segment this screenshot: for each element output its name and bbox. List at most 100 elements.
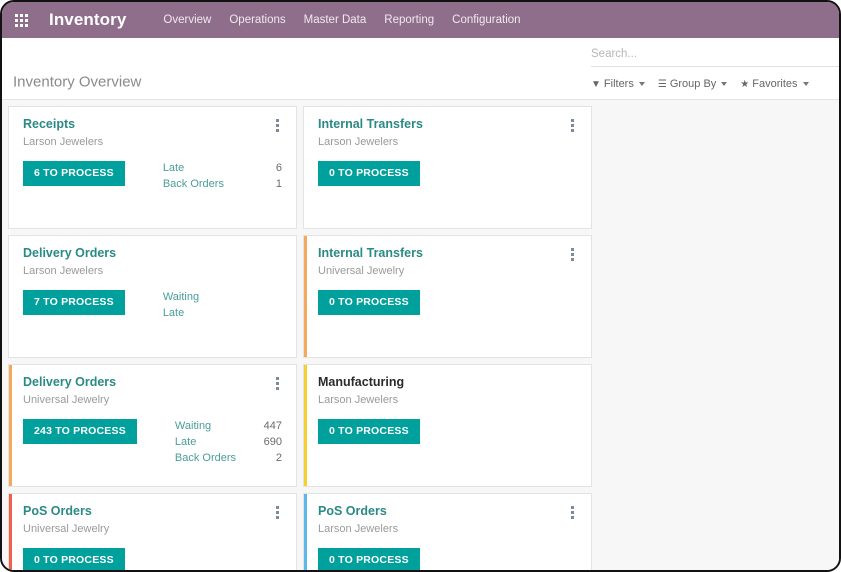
card-stat-label: Back Orders (162, 178, 224, 191)
card-title[interactable]: Delivery Orders (23, 375, 116, 391)
card-header: Delivery Orders Larson Jewelers (23, 246, 282, 278)
kebab-menu-icon[interactable] (568, 246, 577, 263)
card-stat-row[interactable]: Late (163, 306, 282, 322)
card-stat-row[interactable]: Waiting (163, 290, 282, 306)
card-body: 7 TO PROCESS Waiting Late (23, 290, 282, 322)
card-header: Delivery Orders Universal Jewelry (23, 375, 282, 407)
to-process-button[interactable]: 7 TO PROCESS (23, 290, 125, 315)
card-header: Internal Transfers Universal Jewelry (318, 246, 577, 278)
kanban-card[interactable]: Receipts Larson Jewelers 6 TO PROCESS Late 6… (8, 106, 297, 229)
filters-button-label: Filters (603, 78, 634, 90)
card-body: 0 TO PROCESS (23, 548, 282, 570)
to-process-button[interactable]: 0 TO PROCESS (318, 419, 420, 444)
card-stat-value: 1 (275, 178, 282, 191)
kebab-menu-icon[interactable] (568, 504, 577, 521)
card-title[interactable]: PoS Orders (318, 504, 398, 520)
card-stat-row[interactable]: Back Orders 2 (175, 451, 282, 467)
nav-item-configuration[interactable]: Configuration (443, 10, 529, 30)
card-stats-table: Waiting Late (163, 290, 282, 322)
card-title-block: PoS Orders Larson Jewelers (318, 504, 398, 536)
card-stat-value: 690 (263, 436, 282, 449)
card-subtitle: Larson Jewelers (318, 135, 399, 148)
kanban-card[interactable]: PoS Orders Universal Jewelry 0 TO PROCESS (8, 493, 297, 570)
filters-button[interactable]: ▼ Filters (591, 78, 645, 90)
card-stat-value: 447 (263, 420, 282, 433)
card-title[interactable]: Delivery Orders (23, 246, 116, 262)
to-process-button[interactable]: 6 TO PROCESS (23, 161, 125, 186)
card-subtitle: Universal Jewelry (318, 264, 405, 277)
top-navbar: Inventory Overview Operations Master Dat… (2, 2, 839, 38)
app-brand-title[interactable]: Inventory (49, 10, 126, 30)
card-title[interactable]: PoS Orders (23, 504, 109, 520)
card-stat-label: Late (174, 436, 197, 449)
card-stat-value: 2 (275, 452, 282, 465)
card-title-block: Manufacturing Larson Jewelers (318, 375, 404, 407)
kanban-card[interactable]: Delivery Orders Universal Jewelry 243 TO P… (8, 364, 297, 487)
search-filter-buttons: ▼ Filters ☰ Group By ★ Favorites (591, 78, 839, 90)
card-stat-label: Late (162, 307, 185, 320)
kanban-card[interactable]: Manufacturing Larson Jewelers 0 TO PROCESS (303, 364, 592, 487)
card-header: PoS Orders Universal Jewelry (23, 504, 282, 536)
nav-item-reporting[interactable]: Reporting (375, 10, 443, 30)
card-title-block: Delivery Orders Universal Jewelry (23, 375, 116, 407)
card-stat-row[interactable]: Late 690 (175, 435, 282, 451)
card-body: 6 TO PROCESS Late 6 Back Orders 1 (23, 161, 282, 193)
card-stat-row[interactable]: Late 6 (163, 161, 282, 177)
card-title[interactable]: Internal Transfers (318, 117, 423, 133)
main-nav-menu: Overview Operations Master Data Reportin… (154, 10, 529, 30)
card-stat-label: Late (162, 162, 185, 175)
card-body: 0 TO PROCESS (318, 161, 577, 186)
card-title-block: Receipts Larson Jewelers (23, 117, 103, 149)
nav-item-overview[interactable]: Overview (154, 10, 220, 30)
card-title[interactable]: Receipts (23, 117, 103, 133)
search-input[interactable] (591, 46, 839, 67)
kanban-card[interactable]: Internal Transfers Larson Jewelers 0 TO PR… (303, 106, 592, 229)
card-stats-table: Late 6 Back Orders 1 (163, 161, 282, 193)
kanban-view: Receipts Larson Jewelers 6 TO PROCESS Late 6… (2, 100, 839, 570)
kebab-menu-icon[interactable] (273, 117, 282, 134)
card-title-block: Internal Transfers Larson Jewelers (318, 117, 423, 149)
page-title: Inventory Overview (13, 73, 142, 91)
card-stat-value: 6 (275, 162, 282, 175)
card-header: Receipts Larson Jewelers (23, 117, 282, 149)
card-subtitle: Larson Jewelers (318, 393, 399, 406)
card-header: Internal Transfers Larson Jewelers (318, 117, 577, 149)
card-body: 0 TO PROCESS (318, 290, 577, 315)
filter-icon: ▼ (591, 78, 601, 90)
card-title[interactable]: Internal Transfers (318, 246, 423, 262)
to-process-button[interactable]: 0 TO PROCESS (318, 290, 420, 315)
kebab-menu-icon[interactable] (273, 504, 282, 521)
card-header: PoS Orders Larson Jewelers (318, 504, 577, 536)
kebab-menu-icon[interactable] (273, 375, 282, 392)
card-subtitle: Universal Jewelry (23, 522, 110, 535)
card-subtitle: Larson Jewelers (23, 135, 104, 148)
star-icon: ★ (740, 78, 750, 90)
nav-item-operations[interactable]: Operations (220, 10, 294, 30)
nav-item-master-data[interactable]: Master Data (295, 10, 376, 30)
card-body: 0 TO PROCESS (318, 548, 577, 570)
kanban-card[interactable]: PoS Orders Larson Jewelers 0 TO PROCESS (303, 493, 592, 570)
card-subtitle: Universal Jewelry (23, 393, 110, 406)
kanban-card[interactable]: Internal Transfers Universal Jewelry 0 TO … (303, 235, 592, 358)
control-panel: Inventory Overview ▼ Filters ☰ Group By … (2, 38, 839, 100)
to-process-button[interactable]: 243 TO PROCESS (23, 419, 137, 444)
to-process-button[interactable]: 0 TO PROCESS (318, 548, 420, 570)
apps-grid-icon[interactable] (8, 7, 34, 33)
card-stat-row[interactable]: Back Orders 1 (163, 177, 282, 193)
application-window: Inventory Overview Operations Master Dat… (0, 0, 841, 572)
kebab-menu-icon[interactable] (568, 117, 577, 134)
card-title-block: Internal Transfers Universal Jewelry (318, 246, 423, 278)
card-title[interactable]: Manufacturing (318, 375, 404, 391)
favorites-button-label: Favorites (752, 78, 798, 90)
to-process-button[interactable]: 0 TO PROCESS (23, 548, 125, 570)
card-stat-row[interactable]: Waiting 447 (175, 419, 282, 435)
card-stat-label: Waiting (174, 420, 212, 433)
favorites-button[interactable]: ★ Favorites (740, 78, 809, 90)
search-area: ▼ Filters ☰ Group By ★ Favorites (591, 46, 839, 90)
to-process-button[interactable]: 0 TO PROCESS (318, 161, 420, 186)
card-title-block: PoS Orders Universal Jewelry (23, 504, 109, 536)
group-by-button[interactable]: ☰ Group By (658, 78, 728, 90)
apps-grid-glyph (14, 13, 28, 27)
kanban-card[interactable]: Delivery Orders Larson Jewelers 7 TO PROCE… (8, 235, 297, 358)
chevron-down-icon (802, 82, 809, 86)
